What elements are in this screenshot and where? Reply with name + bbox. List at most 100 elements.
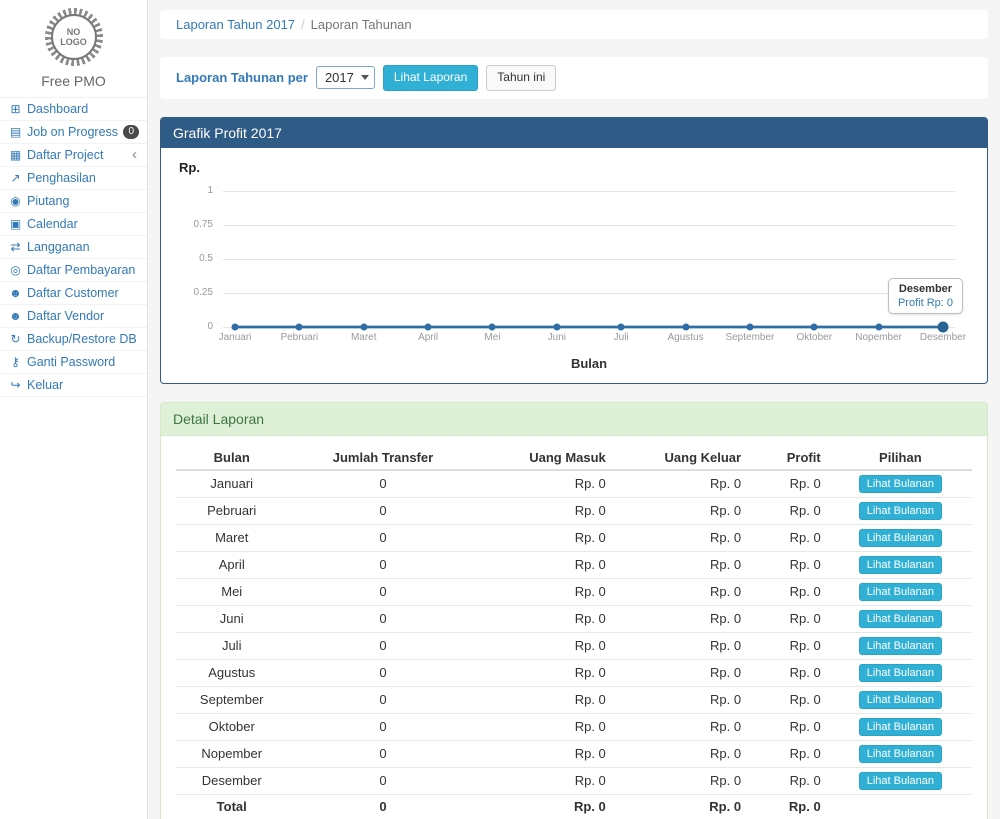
sidebar-item-keluar[interactable]: ↪ Keluar xyxy=(0,374,147,397)
cell-money-out: Rp. 0 xyxy=(614,686,749,713)
sidebar-item-dashboard[interactable]: ⊞ Dashboard xyxy=(0,98,147,121)
cell-action: Lihat Bulanan xyxy=(829,578,972,605)
cell-profit: Rp. 0 xyxy=(749,632,829,659)
table-row: Maret 0 Rp. 0 Rp. 0 Rp. 0 Lihat Bulanan xyxy=(176,524,972,551)
sidebar-item-calendar[interactable]: ▣ Calendar xyxy=(0,213,147,236)
cell-money-out: Rp. 0 xyxy=(614,740,749,767)
year-select-value: 2017 xyxy=(325,70,354,85)
sidebar-item-label: Dashboard xyxy=(27,102,139,116)
cell-transfer-count: 0 xyxy=(287,740,478,767)
sidebar-item-daftar-pembayaran[interactable]: ◎ Daftar Pembayaran xyxy=(0,259,147,282)
table-row: Pebruari 0 Rp. 0 Rp. 0 Rp. 0 Lihat Bulan… xyxy=(176,497,972,524)
view-month-button[interactable]: Lihat Bulanan xyxy=(859,664,942,682)
cell-money-in: Rp. 0 xyxy=(478,713,613,740)
chart-point[interactable] xyxy=(618,323,625,330)
view-month-button[interactable]: Lihat Bulanan xyxy=(859,637,942,655)
cell-money-out: Rp. 0 xyxy=(614,659,749,686)
x-tick-label: Nopember xyxy=(855,332,902,343)
chart-point[interactable] xyxy=(553,323,560,330)
chart-point[interactable] xyxy=(425,323,432,330)
sidebar-item-backup-restore-db[interactable]: ↻ Backup/Restore DB xyxy=(0,328,147,351)
cell-transfer-count: 0 xyxy=(287,767,478,794)
sidebar-item-daftar-project[interactable]: ▦ Daftar Project ‹ xyxy=(0,144,147,167)
view-month-button[interactable]: Lihat Bulanan xyxy=(859,772,942,790)
sidebar-item-daftar-customer[interactable]: ☻ Daftar Customer xyxy=(0,282,147,305)
breadcrumb-link[interactable]: Laporan Tahun 2017 xyxy=(176,17,295,32)
cell-month: Juni xyxy=(176,605,287,632)
sidebar-item-langganan[interactable]: ⇄ Langganan xyxy=(0,236,147,259)
cell-transfer-count: 0 xyxy=(287,659,478,686)
chart-panel-title: Grafik Profit 2017 xyxy=(161,118,987,148)
view-report-button[interactable]: Lihat Laporan xyxy=(383,65,478,91)
view-month-button[interactable]: Lihat Bulanan xyxy=(859,502,942,520)
table-row: Juli 0 Rp. 0 Rp. 0 Rp. 0 Lihat Bulanan xyxy=(176,632,972,659)
cell-money-out: Rp. 0 xyxy=(614,497,749,524)
cell-money-out: Rp. 0 xyxy=(614,713,749,740)
sidebar-item-label: Keluar xyxy=(27,378,139,392)
sidebar-item-penghasilan[interactable]: ↗ Penghasilan xyxy=(0,167,147,190)
cell-profit: Rp. 0 xyxy=(749,686,829,713)
cell-action: Lihat Bulanan xyxy=(829,767,972,794)
chart-point[interactable] xyxy=(360,323,367,330)
cell-month: Pebruari xyxy=(176,497,287,524)
chart-tooltip-title: Desember xyxy=(898,283,953,295)
cell-money-in: Rp. 0 xyxy=(478,686,613,713)
x-tick-label: Maret xyxy=(351,332,377,343)
cell-month: Desember xyxy=(176,767,287,794)
y-tick-label: 0.25 xyxy=(194,287,213,298)
chart-point[interactable] xyxy=(232,323,239,330)
breadcrumb: Laporan Tahun 2017 / Laporan Tahunan xyxy=(160,10,988,39)
detail-panel-title: Detail Laporan xyxy=(161,403,987,436)
subscription-icon: ⇄ xyxy=(8,240,23,254)
cell-month: Oktober xyxy=(176,713,287,740)
view-month-button[interactable]: Lihat Bulanan xyxy=(859,475,942,493)
chart-point[interactable] xyxy=(938,321,949,332)
chart-point[interactable] xyxy=(811,323,818,330)
cell-month: September xyxy=(176,686,287,713)
cell-money-in: Rp. 0 xyxy=(478,767,613,794)
chart-point[interactable] xyxy=(489,323,496,330)
cell-month: Mei xyxy=(176,578,287,605)
x-tick-label: Juni xyxy=(548,332,566,343)
chart-point[interactable] xyxy=(296,323,303,330)
cell-action: Lihat Bulanan xyxy=(829,686,972,713)
cell-profit: Rp. 0 xyxy=(749,740,829,767)
cell-money-in: Rp. 0 xyxy=(478,740,613,767)
cell-profit: Rp. 0 xyxy=(749,605,829,632)
year-select[interactable]: 2017 xyxy=(316,66,375,89)
sidebar-item-piutang[interactable]: ◉ Piutang xyxy=(0,190,147,213)
table-row: April 0 Rp. 0 Rp. 0 Rp. 0 Lihat Bulanan xyxy=(176,551,972,578)
sidebar-item-label: Daftar Project xyxy=(27,148,128,162)
chart-point[interactable] xyxy=(746,323,753,330)
cell-money-out: Rp. 0 xyxy=(614,767,749,794)
main-content: Laporan Tahun 2017 / Laporan Tahunan Lap… xyxy=(148,0,1000,819)
chart-point[interactable] xyxy=(682,323,689,330)
dashboard-icon: ⊞ xyxy=(8,102,23,116)
report-filter-bar: Laporan Tahunan per 2017 Lihat Laporan T… xyxy=(160,57,988,99)
view-month-button[interactable]: Lihat Bulanan xyxy=(859,529,942,547)
cell-action: Lihat Bulanan xyxy=(829,470,972,498)
view-month-button[interactable]: Lihat Bulanan xyxy=(859,691,942,709)
password-lock-icon: ⚷ xyxy=(8,355,23,369)
view-month-button[interactable]: Lihat Bulanan xyxy=(859,745,942,763)
app-window: NO LOGO Free PMO ⊞ Dashboard ▤ Job on Pr… xyxy=(0,0,1000,819)
table-row: Nopember 0 Rp. 0 Rp. 0 Rp. 0 Lihat Bulan… xyxy=(176,740,972,767)
sidebar-item-label: Piutang xyxy=(27,194,139,208)
view-month-button[interactable]: Lihat Bulanan xyxy=(859,610,942,628)
sidebar-item-ganti-password[interactable]: ⚷ Ganti Password xyxy=(0,351,147,374)
view-month-button[interactable]: Lihat Bulanan xyxy=(859,718,942,736)
view-month-button[interactable]: Lihat Bulanan xyxy=(859,583,942,601)
sidebar-item-label: Langganan xyxy=(27,240,139,254)
chart-point[interactable] xyxy=(875,323,882,330)
table-row: Mei 0 Rp. 0 Rp. 0 Rp. 0 Lihat Bulanan xyxy=(176,578,972,605)
cell-money-out: Rp. 0 xyxy=(614,470,749,498)
sidebar-item-daftar-vendor[interactable]: ☻ Daftar Vendor xyxy=(0,305,147,328)
this-year-button[interactable]: Tahun ini xyxy=(486,65,556,91)
cell-transfer-count: 0 xyxy=(287,551,478,578)
cell-money-in: Rp. 0 xyxy=(478,470,613,498)
no-logo-stamp-icon: NO LOGO xyxy=(45,8,103,66)
view-month-button[interactable]: Lihat Bulanan xyxy=(859,556,942,574)
sidebar-item-job-on-progress[interactable]: ▤ Job on Progress 0 xyxy=(0,121,147,144)
cell-month: Agustus xyxy=(176,659,287,686)
sidebar-item-label: Daftar Pembayaran xyxy=(27,263,139,277)
